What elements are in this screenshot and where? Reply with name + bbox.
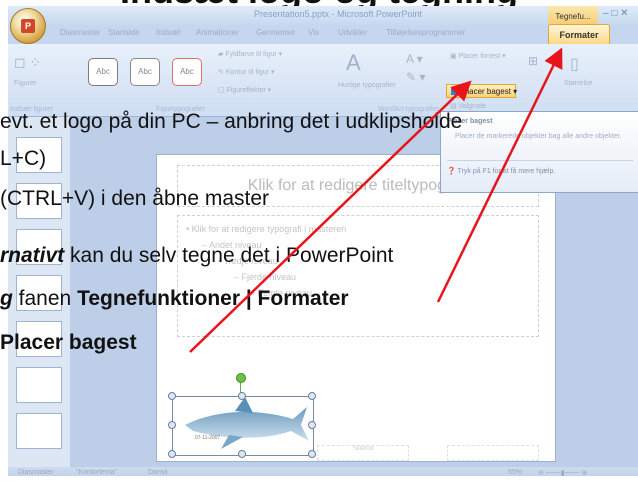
instruction-line-4: rnativt kan du selv tegne det i PowerPoi…: [0, 244, 393, 268]
thumbnail[interactable]: [16, 367, 62, 403]
instruction-line-2: L+C): [0, 147, 47, 170]
send-to-back-label: Placer bagest: [462, 87, 511, 96]
picture-date: 07-11-2007: [195, 435, 221, 441]
powerpoint-window: Presentation5.pptx - Microsoft PowerPoin…: [8, 6, 638, 476]
instruction-line-4-text: kan du selv tegne det i PowerPoint: [64, 244, 394, 267]
instruction-line-1: evt. et logo på din PC – anbring det i u…: [0, 110, 463, 133]
tooltip-body: Placer de markerede objekter bag alle an…: [455, 133, 622, 140]
size-icon[interactable]: ▯: [570, 54, 579, 74]
bring-front-icon: ▣: [450, 53, 459, 60]
resize-handle[interactable]: [308, 421, 316, 429]
body-level-4: – Fjerde niveau: [234, 272, 297, 282]
resize-handle[interactable]: [238, 392, 246, 400]
ribbon-tabs: Diasmaster Startside Indsæt Animationer …: [8, 26, 638, 44]
resize-handle[interactable]: [168, 392, 176, 400]
tab-indsaet[interactable]: Indsæt: [156, 28, 180, 37]
selection-pane-button[interactable]: ▤ Valgrude: [450, 102, 486, 110]
send-to-back-button[interactable]: Placer bagest ▾: [446, 84, 517, 98]
tab-udvikler[interactable]: Udvikler: [338, 28, 367, 37]
status-view: Diasmaster: [18, 469, 54, 476]
thumbnail[interactable]: [16, 413, 62, 449]
instruction-line-5-emphasis: g: [0, 287, 13, 310]
resize-handle[interactable]: [168, 450, 176, 458]
selection-pane-label: Valgrude: [458, 103, 487, 110]
status-bar: Diasmaster "Kontortema" Dansk 55% ⊖ ───▮…: [8, 467, 638, 476]
body-level-1-text: Klik for at redigere typografi i mastere…: [191, 224, 347, 234]
resize-handle[interactable]: [238, 450, 246, 458]
bring-to-front-button[interactable]: ▣ Placer forrest ▾: [450, 52, 506, 60]
status-theme: "Kontortema": [76, 469, 118, 476]
footer-placeholder[interactable]: Sidefod: [317, 445, 409, 461]
office-logo-icon: P: [21, 19, 35, 33]
bring-to-front-label: Placer forrest: [458, 53, 501, 60]
tab-formater[interactable]: Formater: [548, 24, 610, 45]
shape-style-3[interactable]: Abc: [172, 58, 202, 86]
resize-handle[interactable]: [308, 450, 316, 458]
align-icon[interactable]: ⊞: [528, 54, 538, 68]
outline-button[interactable]: ✎ Kontur til figur ▾: [218, 68, 274, 76]
shape-style-2[interactable]: Abc: [130, 58, 160, 86]
status-language: Dansk: [148, 469, 168, 476]
tab-diasmaster[interactable]: Diasmaster: [60, 28, 100, 37]
outline-label: Kontur til figur: [225, 69, 269, 76]
tooltip-placer-bagest: Placer bagest Placer de markerede objekt…: [440, 111, 638, 193]
slide-number-placeholder[interactable]: [447, 445, 539, 461]
shapes-icon[interactable]: ◻ ⁘: [14, 54, 41, 71]
instruction-line-5-text: fanen: [12, 287, 78, 310]
shape-style-1[interactable]: Abc: [88, 58, 118, 86]
tab-animationer[interactable]: Animationer: [196, 28, 239, 37]
effects-label: Figureffekter: [226, 87, 266, 94]
effects-icon: ▢: [218, 87, 227, 94]
help-icon: ❓: [447, 168, 458, 175]
size-button[interactable]: Størrelse: [564, 80, 592, 87]
fill-color-label: Fyldfarve til figur: [225, 51, 277, 58]
quick-styles-button[interactable]: Hurtige typografier: [338, 82, 396, 89]
send-back-icon: [451, 87, 459, 95]
text-outline-icon[interactable]: ✎ ▾: [406, 70, 425, 84]
tab-gennemse[interactable]: Gennemse: [256, 28, 295, 37]
tab-tilfoejelsesprogrammer[interactable]: Tilføjelsesprogrammer: [386, 28, 465, 37]
selection-pane-icon: ▤: [450, 103, 459, 110]
rotation-handle[interactable]: [236, 373, 246, 383]
window-controls[interactable]: – □ ✕: [603, 8, 638, 22]
figurer-button[interactable]: Figurer: [14, 80, 36, 87]
ribbon: ◻ ⁘ Figurer Indsæt figurer Abc Abc Abc ▰…: [8, 44, 638, 117]
zoom-slider[interactable]: ⊖ ───▮─── ⊕: [538, 469, 587, 476]
tooltip-help: ❓ Tryk på F1 for at få mere hjælp.: [447, 167, 555, 175]
window-title: Presentation5.pptx - Microsoft PowerPoin…: [253, 9, 423, 19]
instruction-line-6: Placer bagest: [0, 331, 137, 355]
instruction-line-3: (CTRL+V) i den åbne master: [0, 187, 270, 210]
title-bar: Presentation5.pptx - Microsoft PowerPoin…: [8, 6, 638, 26]
shark-logo-picture[interactable]: 07-11-2007: [172, 396, 314, 456]
fill-color-button[interactable]: ▰ Fyldfarve til figur ▾: [218, 50, 282, 58]
tab-vis[interactable]: Vis: [308, 28, 319, 37]
tooltip-divider: [447, 160, 633, 161]
zoom-level[interactable]: 55%: [508, 469, 522, 476]
instruction-line-5: g fanen Tegnefunktioner | Formater: [0, 287, 349, 311]
pencil-icon: ✎: [218, 69, 226, 76]
office-button[interactable]: P: [10, 8, 46, 44]
tab-startside[interactable]: Startside: [108, 28, 140, 37]
instruction-line-6-bold: Placer bagest: [0, 331, 137, 354]
instruction-line-5-bold: Tegnefunktioner | Formater: [77, 287, 349, 310]
instruction-line-4-emphasis: rnativt: [0, 244, 65, 267]
tooltip-help-text: Tryk på F1 for at få mere hjælp.: [457, 168, 556, 175]
shark-icon: [185, 397, 309, 449]
body-placeholder[interactable]: • Klik for at redigere typografi i maste…: [177, 215, 539, 337]
wordart-icon[interactable]: A: [346, 50, 361, 76]
effects-button[interactable]: ▢ Figureffekter ▾: [218, 86, 271, 94]
resize-handle[interactable]: [308, 392, 316, 400]
body-level-1: • Klik for at redigere typografi i maste…: [186, 224, 347, 234]
resize-handle[interactable]: [168, 421, 176, 429]
text-fill-icon[interactable]: A ▾: [406, 52, 423, 66]
body-level-4-text: Fjerde niveau: [241, 272, 297, 282]
